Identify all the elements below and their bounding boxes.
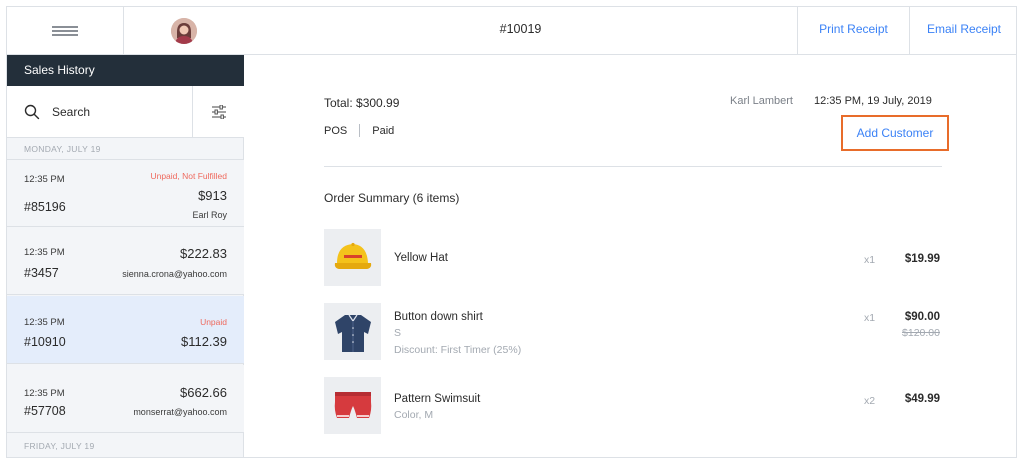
item-variant: S <box>394 327 402 339</box>
add-customer-button[interactable]: Add Customer <box>841 115 949 151</box>
sale-row[interactable]: 12:35 PM #57708 $662.66 monserrat@yahoo.… <box>7 365 244 433</box>
search-button[interactable]: Search <box>7 86 192 137</box>
sale-amount: $222.83 <box>180 246 227 261</box>
sale-status: Unpaid, Not Fulfilled <box>150 171 227 181</box>
search-row: Search <box>7 86 244 138</box>
divider <box>324 166 942 167</box>
avatar-button[interactable] <box>124 7 244 54</box>
sale-time: 12:35 PM <box>24 247 65 258</box>
item-price: $19.99 <box>904 253 940 265</box>
hamburger-icon <box>52 26 78 36</box>
item-name: Button down shirt <box>394 311 483 323</box>
item-quantity: x1 <box>864 312 876 324</box>
day-header: FRIDAY, JULY 19 <box>24 441 95 451</box>
menu-button[interactable] <box>7 7 124 54</box>
item-variant: Color, M <box>394 409 434 421</box>
staff-name: Karl Lambert <box>730 95 793 107</box>
item-name: Pattern Swimsuit <box>394 393 481 405</box>
sale-number: #3457 <box>24 266 59 280</box>
sale-time: 12:35 PM <box>24 388 65 399</box>
meta-divider <box>359 124 361 137</box>
yellow-hat-image <box>324 229 381 286</box>
item-original-price: $120.00 <box>902 327 940 339</box>
day-header: MONDAY, JULY 19 <box>24 144 101 154</box>
print-receipt-button[interactable]: Print Receipt <box>797 7 909 54</box>
avatar <box>171 17 197 44</box>
sale-row[interactable]: 12:35 PM #85196 Unpaid, Not Fulfilled $9… <box>7 159 244 227</box>
button-down-shirt-image <box>324 303 381 360</box>
filter-button[interactable] <box>192 86 244 137</box>
sale-status: Unpaid <box>200 317 227 327</box>
sale-number: #57708 <box>24 404 66 418</box>
sales-history-header: Sales History <box>7 55 244 86</box>
order-summary-title: Order Summary (6 items) <box>324 191 460 205</box>
item-name: Yellow Hat <box>394 252 448 264</box>
pattern-swimsuit-image <box>324 377 381 434</box>
payment-status: Paid <box>372 124 395 137</box>
item-quantity: x2 <box>864 395 876 407</box>
search-label: Search <box>52 104 91 119</box>
order-id: #10019 <box>499 22 542 36</box>
item-quantity: x1 <box>864 254 876 266</box>
order-datetime: 12:35 PM, 19 July, 2019 <box>814 95 932 107</box>
email-receipt-button[interactable]: Email Receipt <box>909 7 1016 54</box>
app-window: Sales History Search MONDAY, JULY 19 12:… <box>6 6 1017 458</box>
sale-amount: $662.66 <box>180 385 227 400</box>
sale-amount: $913 <box>198 188 227 203</box>
order-topbar: #10019 Print Receipt Email Receipt <box>244 7 1016 55</box>
sales-sidebar: Sales History Search MONDAY, JULY 19 12:… <box>7 7 244 457</box>
sale-amount: $112.39 <box>180 334 227 349</box>
filter-sliders-icon <box>211 104 226 119</box>
search-icon <box>24 104 40 119</box>
sale-time: 12:35 PM <box>24 317 65 328</box>
sale-number: #85196 <box>24 200 66 214</box>
sale-customer: Earl Roy <box>192 210 227 220</box>
sale-time: 12:35 PM <box>24 174 65 185</box>
sale-row-selected[interactable]: 12:35 PM #10910 Unpaid $112.39 <box>7 296 244 364</box>
item-price: $49.99 <box>904 393 940 405</box>
sale-customer: monserrat@yahoo.com <box>133 407 227 417</box>
sale-row[interactable]: 12:35 PM #3457 $222.83 sienna.crona@yaho… <box>7 227 244 295</box>
item-discount: Discount: First Timer (25%) <box>394 344 522 356</box>
order-meta: POS Paid <box>324 124 394 137</box>
sale-customer: sienna.crona@yahoo.com <box>122 269 227 279</box>
sale-number: #10910 <box>24 335 66 349</box>
sidebar-topbar <box>7 7 244 55</box>
order-total: Total: $300.99 <box>324 96 400 110</box>
sales-channel: POS <box>324 124 348 137</box>
item-price: $90.00 <box>904 311 940 323</box>
